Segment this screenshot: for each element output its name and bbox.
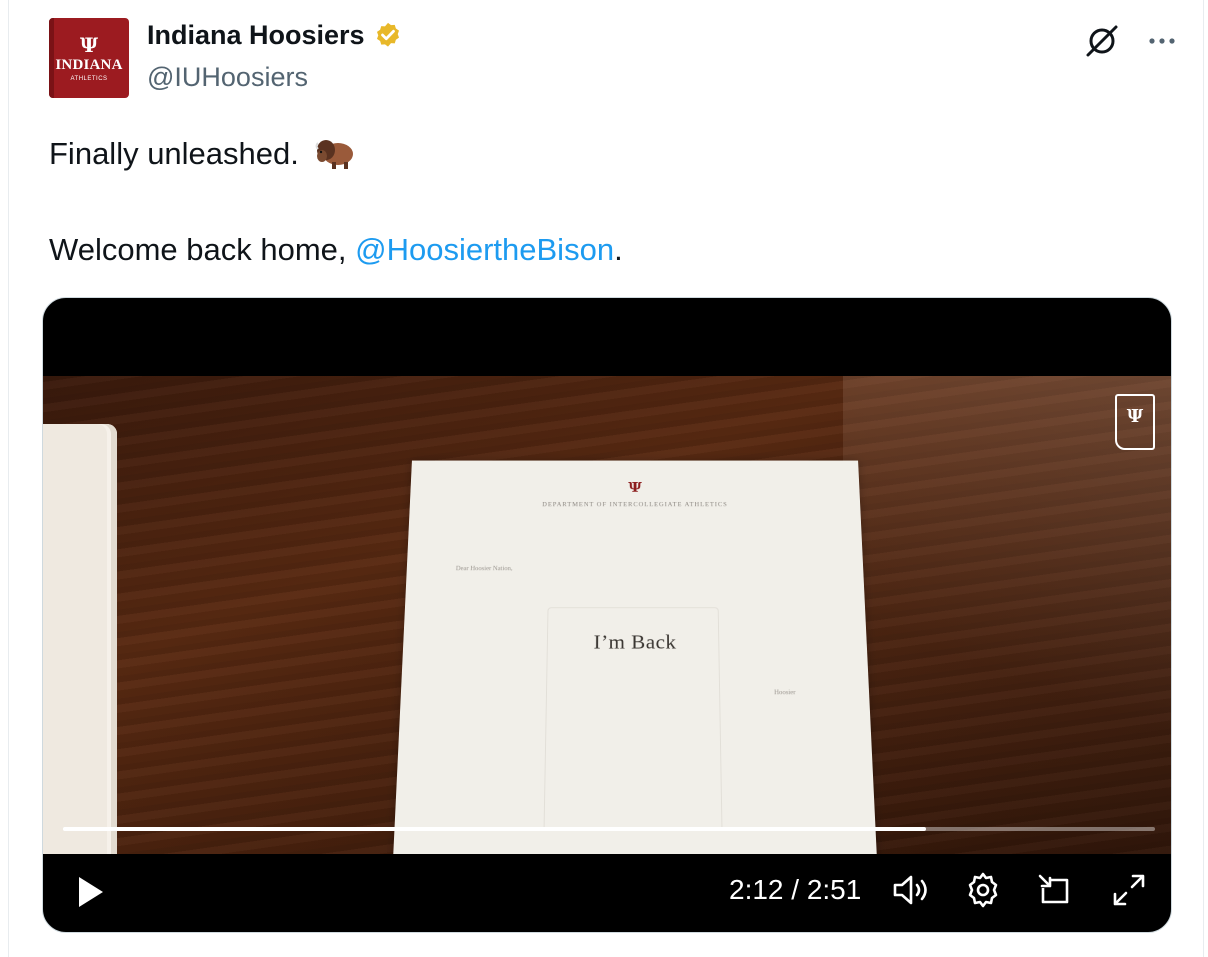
grok-icon[interactable] [1083, 22, 1121, 60]
settings-button[interactable] [961, 868, 1005, 912]
popout-icon [1038, 874, 1069, 904]
gear-icon [968, 872, 998, 908]
letter-headline: I’m Back [593, 630, 677, 654]
iu-trident-logo: Ψ [79, 32, 99, 57]
volume-button[interactable] [889, 868, 933, 912]
tweet-line-1: Finally unleashed. [49, 130, 1169, 178]
video-frame[interactable]: Ψ DEPARTMENT OF INTERCOLLEGIATE ATHLETIC… [43, 376, 1171, 854]
letterhead-emblem: Ψ [628, 479, 642, 496]
tweet-line-2-suffix: . [614, 232, 623, 267]
video-progress-bar[interactable] [63, 827, 1155, 831]
more-icon[interactable] [1143, 22, 1181, 60]
iu-state-logo-icon: Ψ [1115, 394, 1155, 450]
tweet-line-2-prefix: Welcome back home, [49, 232, 356, 267]
letterhead-department: DEPARTMENT OF INTERCOLLEGIATE ATHLETICS [542, 501, 728, 508]
tweet-line-2: Welcome back home, @HoosiertheBison. [49, 226, 1169, 274]
play-button[interactable] [71, 872, 111, 912]
author-handle[interactable]: @IUHoosiers [147, 62, 308, 93]
avatar[interactable]: Ψ INDIANA ATHLETICS [49, 18, 129, 98]
video-controls: 2:12 / 2:51 [43, 854, 1171, 932]
video-time-display: 2:12 / 2:51 [729, 874, 862, 905]
letter-sheet: Ψ DEPARTMENT OF INTERCOLLEGIATE ATHLETIC… [393, 460, 877, 854]
mention-link[interactable]: @HoosiertheBison [355, 232, 614, 267]
paper-stack [43, 424, 117, 854]
letter-salutation: Dear Hoosier Nation, [455, 564, 513, 572]
tweet-text: Finally unleashed. Welcome back home, @H… [49, 130, 1169, 274]
volume-icon [893, 875, 927, 905]
play-icon [79, 877, 103, 907]
letter-signature: Hoosier [774, 688, 796, 697]
tweet-line-1-text: Finally unleashed. [49, 136, 299, 171]
avatar-brand-text: INDIANA [55, 56, 123, 73]
popout-button[interactable] [1033, 868, 1077, 912]
author-display-name[interactable]: Indiana Hoosiers [147, 20, 365, 51]
author-name-row: Indiana Hoosiers [147, 20, 403, 51]
tweet-top-actions [1083, 22, 1181, 60]
video-player[interactable]: Ψ DEPARTMENT OF INTERCOLLEGIATE ATHLETIC… [42, 297, 1172, 933]
fullscreen-button[interactable] [1107, 868, 1151, 912]
verified-badge-icon[interactable] [373, 21, 403, 51]
video-progress-fill [63, 827, 926, 831]
fullscreen-icon [1113, 874, 1145, 906]
avatar-sub-text: ATHLETICS [70, 75, 108, 82]
bison-emoji-icon [315, 140, 353, 169]
